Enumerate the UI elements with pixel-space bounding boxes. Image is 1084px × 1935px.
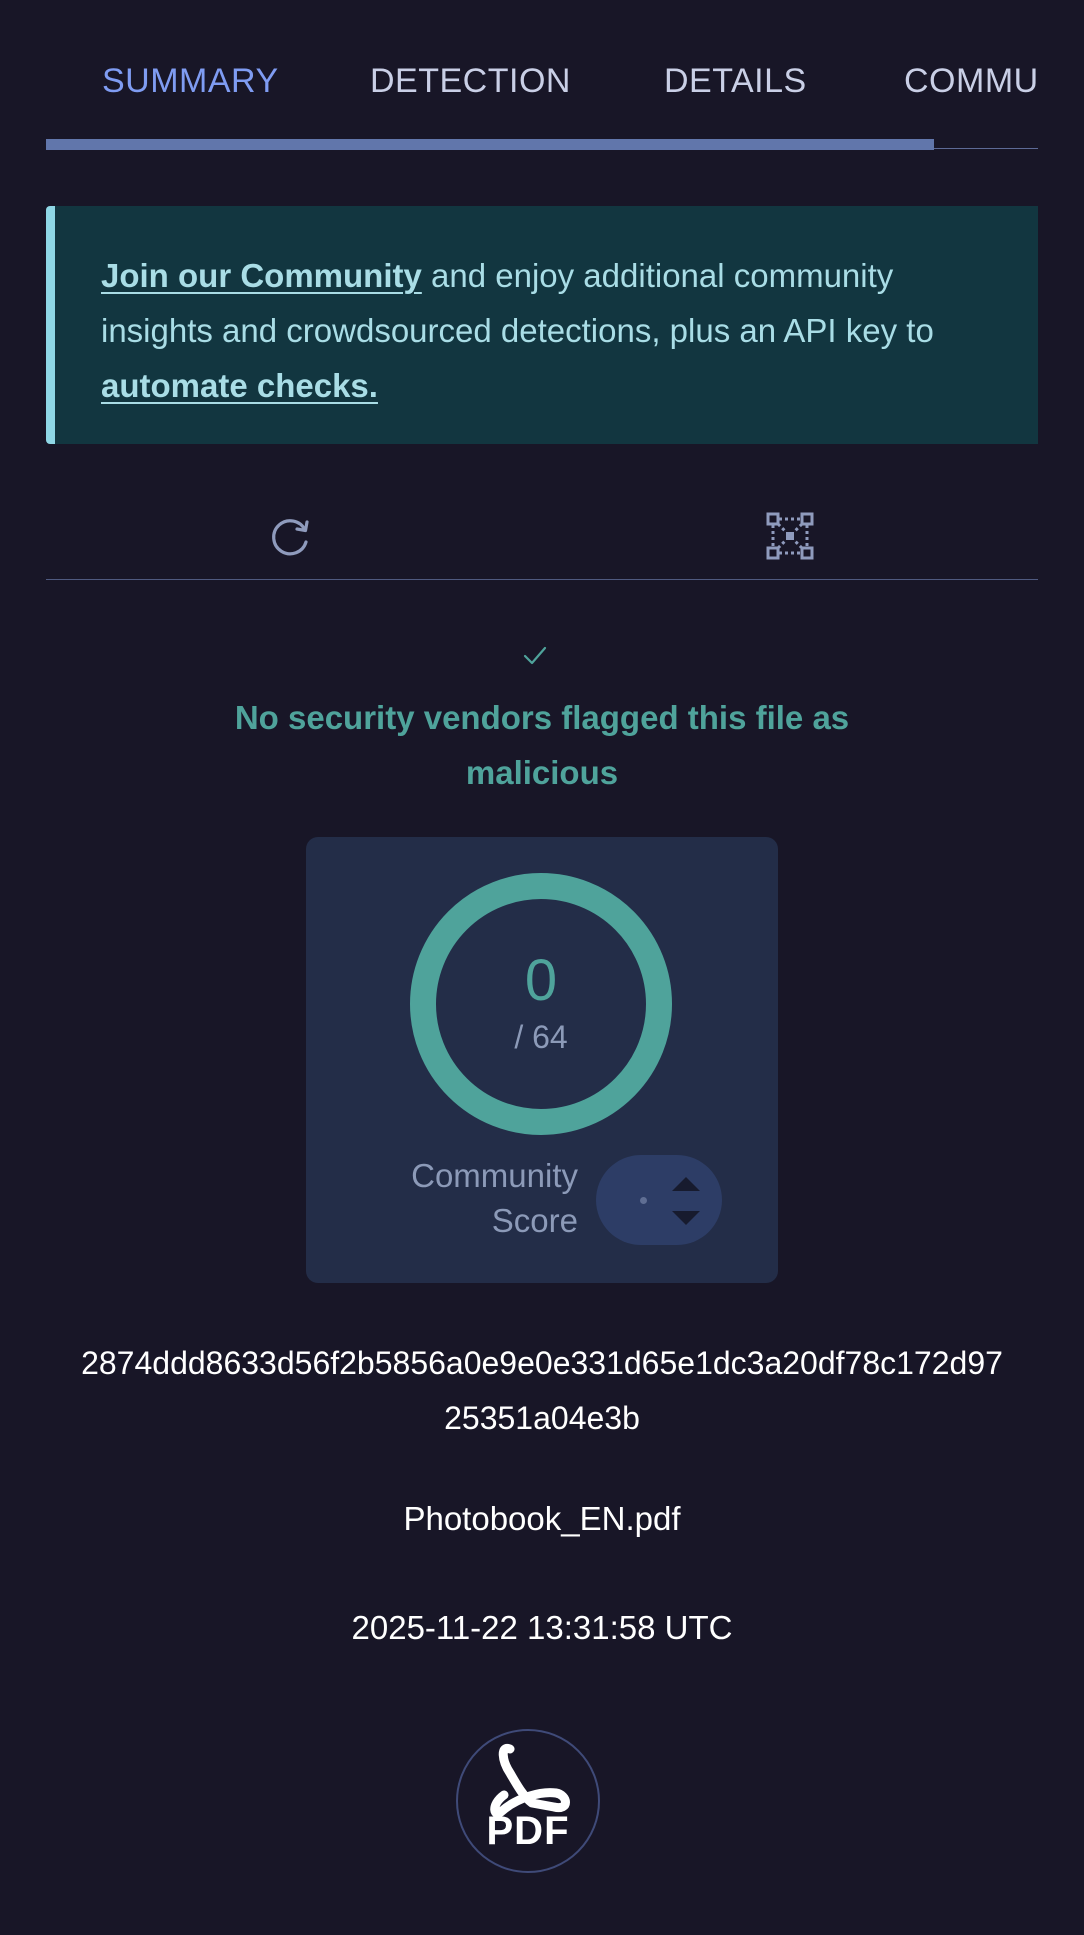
- action-toolbar: [46, 500, 1038, 580]
- vote-down-icon[interactable]: [672, 1211, 700, 1225]
- community-banner: Join our Community and enjoy additional …: [46, 206, 1038, 444]
- file-name: Photobook_EN.pdf: [403, 1500, 681, 1537]
- tabs-scroll-indicator[interactable]: [46, 139, 934, 150]
- community-vote-control[interactable]: [596, 1155, 722, 1245]
- tab-bar: SUMMARY DETECTION DETAILS COMMUNITY: [46, 0, 1038, 150]
- community-score-label: Community Score: [411, 1157, 578, 1239]
- detection-score-card: 0 / 64 Community Score: [306, 837, 778, 1283]
- engines-total: / 64: [514, 1019, 568, 1055]
- refresh-icon: [272, 519, 309, 556]
- graph-overview-icon: [766, 512, 814, 560]
- automate-checks-link[interactable]: automate checks.: [101, 367, 378, 404]
- tab-summary[interactable]: SUMMARY: [102, 62, 279, 101]
- graph-overview-button[interactable]: [762, 508, 818, 564]
- reanalyze-button[interactable]: [262, 508, 318, 564]
- tab-detection[interactable]: DETECTION: [370, 62, 571, 101]
- check-icon: [523, 646, 547, 665]
- tab-community[interactable]: COMMUNITY: [904, 62, 1038, 101]
- banner-message: Join our Community and enjoy additional …: [101, 248, 961, 413]
- vote-up-icon[interactable]: [672, 1177, 700, 1191]
- file-sha256: 2874ddd8633d56f2b5856a0e9e0e331d65e1dc3a…: [81, 1345, 1003, 1436]
- tab-details[interactable]: DETAILS: [664, 62, 807, 101]
- verdict-message: No security vendors flagged this file as…: [234, 699, 850, 791]
- file-type-badge: PDF: [456, 1729, 600, 1873]
- file-type-label: PDF: [486, 1809, 570, 1853]
- toolbar-divider: [46, 579, 1038, 580]
- vote-score-dot: [640, 1197, 647, 1204]
- detection-count: 0: [524, 948, 558, 1013]
- scan-timestamp: 2025-11-22 13:31:58 UTC: [351, 1609, 733, 1646]
- join-community-link[interactable]: Join our Community: [101, 257, 422, 294]
